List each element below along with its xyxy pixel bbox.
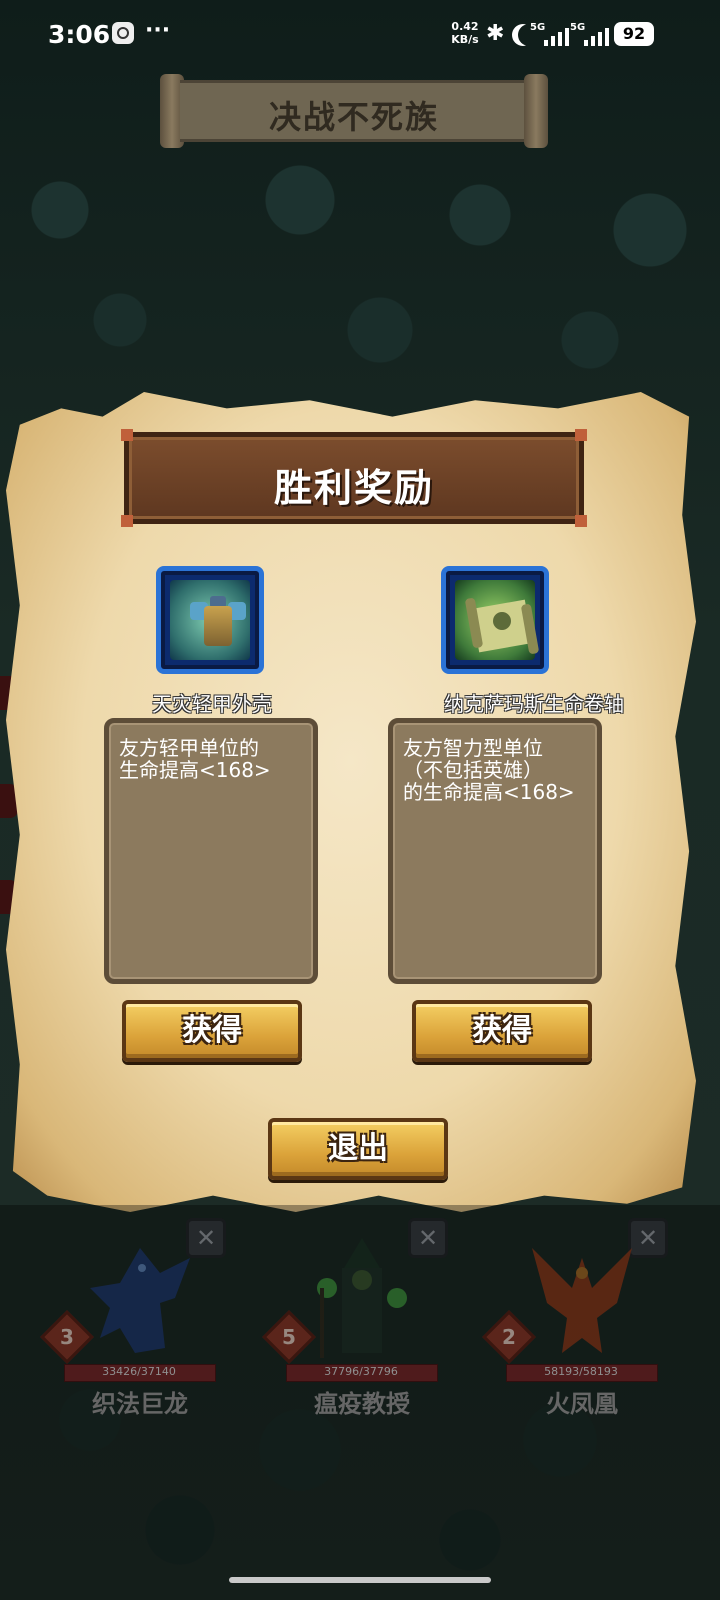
scroll-icon (455, 580, 540, 660)
reward-description: 友方智力型单位 （不包括英雄） 的生命提高<168> (388, 718, 602, 984)
reward-header: 胜利奖励 (121, 429, 587, 527)
unit-hp-text: 37796/37796 (324, 1365, 398, 1378)
obtain-button[interactable]: 获得 (122, 1000, 302, 1062)
battery-icon: 92 (614, 22, 654, 46)
exit-button[interactable]: 退出 (268, 1118, 448, 1180)
unit-name: 火凤凰 (546, 1390, 618, 1418)
signal-icon: 5G (570, 22, 610, 46)
bluetooth-icon: ✱ (486, 21, 505, 46)
reward-description-line: 友方智力型单位 (403, 736, 543, 760)
signal-icon: 5G (530, 22, 570, 46)
dragon-sprite-icon (80, 1228, 200, 1368)
unit-name: 瘟疫教授 (314, 1390, 410, 1418)
reward-description-line: 的生命提高<168> (403, 780, 575, 804)
reward-item-name: 纳克萨玛斯生命卷轴 (444, 692, 624, 716)
hero-unit[interactable]: ✕ 3 33426/37140 织法巨龙 (40, 1218, 240, 1438)
reward-item-slot[interactable] (441, 566, 549, 674)
phoenix-sprite-icon (522, 1228, 642, 1368)
reward-item-name: 天灾轻甲外壳 (152, 692, 272, 716)
more-notifications-icon: ··· (145, 18, 171, 43)
armor-icon (170, 580, 250, 660)
stage-title: 决战不死族 (268, 98, 439, 136)
signal-label: 5G (530, 22, 546, 33)
unit-hp-text: 33426/37140 (102, 1365, 176, 1378)
hero-unit[interactable]: ✕ 2 58193/58193 火凤凰 (482, 1218, 682, 1438)
network-speed-unit: KB/s (451, 33, 479, 46)
unit-hp-text: 58193/58193 (544, 1365, 618, 1378)
home-indicator[interactable] (229, 1577, 491, 1583)
reward-description: 友方轻甲单位的 生命提高<168> (104, 718, 318, 984)
reward-description-line: （不包括英雄） (403, 758, 543, 782)
status-time: 3:06 (48, 20, 111, 49)
unit-name: 织法巨龙 (92, 1390, 188, 1418)
reward-description-line: 友方轻甲单位的 (119, 736, 259, 760)
hero-unit[interactable]: ✕ 5 37796/37796 瘟疫教授 (262, 1218, 462, 1438)
reward-item-slot[interactable] (156, 566, 264, 674)
reward-description-line: 生命提高<168> (119, 758, 271, 782)
stage-banner: 决战不死族 (160, 70, 548, 152)
app-notification-icon (112, 22, 134, 44)
status-bar: 3:06 ··· 0.42 KB/s ✱ 5G 5G 92 (0, 0, 720, 70)
obtain-button[interactable]: 获得 (412, 1000, 592, 1062)
reward-title: 胜利奖励 (273, 466, 434, 510)
signal-label: 5G (570, 22, 586, 33)
plague-professor-sprite-icon (302, 1228, 422, 1368)
network-speed: 0.42 KB/s (448, 20, 482, 46)
network-speed-value: 0.42 (451, 20, 479, 33)
